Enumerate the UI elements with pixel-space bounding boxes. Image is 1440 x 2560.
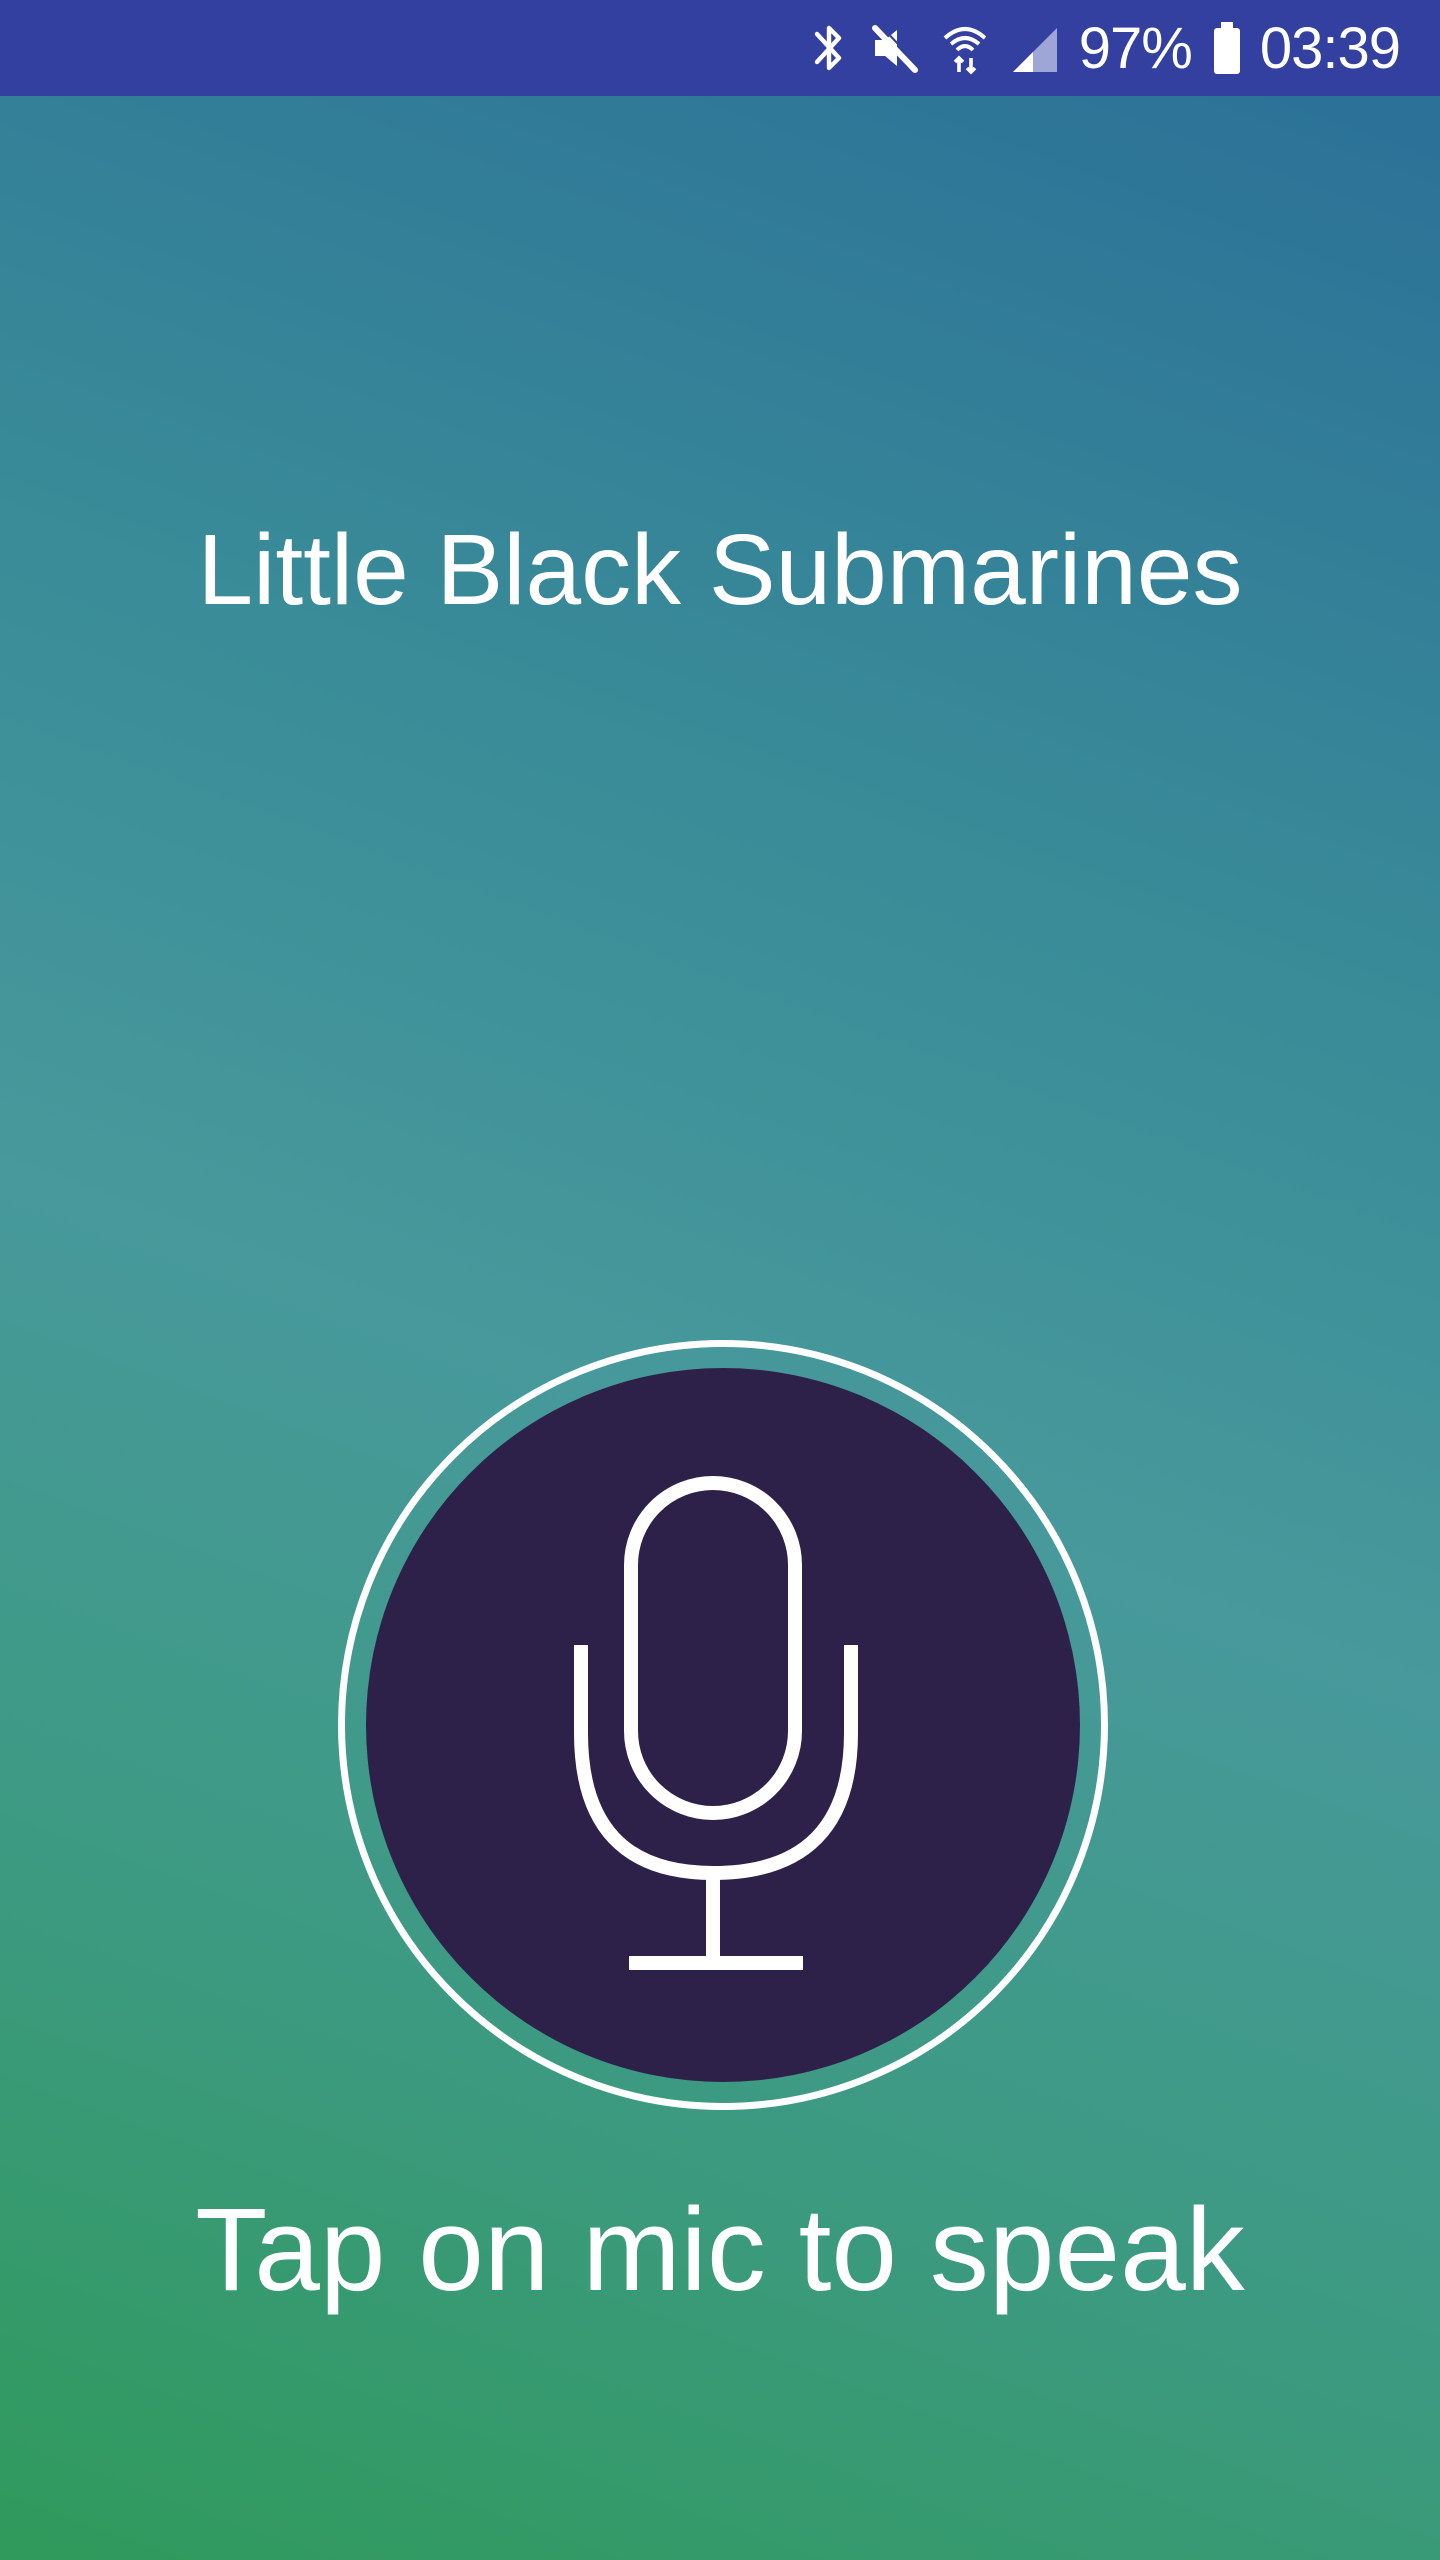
battery-icon xyxy=(1212,18,1242,78)
page-title: Little Black Submarines xyxy=(197,514,1243,626)
microphone-icon xyxy=(574,1476,858,1970)
mic-button[interactable] xyxy=(338,1340,1108,2110)
bluetooth-icon xyxy=(809,18,849,78)
signal-icon xyxy=(1009,18,1061,78)
status-bar: 97% 03:39 xyxy=(0,0,1440,96)
mute-icon xyxy=(869,18,921,78)
clock: 03:39 xyxy=(1259,15,1401,81)
voice-screen: 97% 03:39 Little Black Submarines Tap on… xyxy=(0,0,1440,2560)
tap-hint: Tap on mic to speak xyxy=(195,2184,1245,2316)
battery-percentage: 97% xyxy=(1078,15,1193,81)
mic-button-fill[interactable] xyxy=(366,1368,1080,2082)
wifi-icon xyxy=(941,18,989,78)
